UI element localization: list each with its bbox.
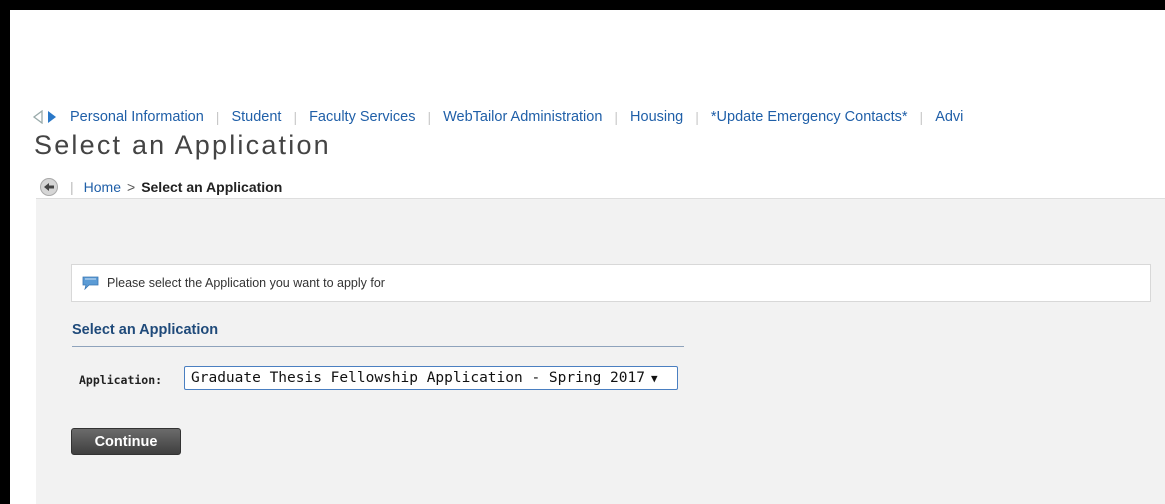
breadcrumb-home-link[interactable]: Home [84,179,121,195]
nav-arrows [32,110,58,124]
browser-viewport: Personal Information | Student | Faculty… [10,10,1165,504]
nav-separator: | [614,109,619,125]
breadcrumb-arrow: > [127,179,136,195]
application-select[interactable]: Graduate Thesis Fellowship Application -… [184,366,678,390]
nav-separator: | [427,109,432,125]
continue-button[interactable]: Continue [71,428,181,455]
nav-separator: | [293,109,298,125]
back-arrow-icon [44,183,54,191]
section-heading: Select an Application [72,322,684,347]
nav-item-advising[interactable]: Advi [935,109,963,125]
nav-separator: | [919,109,924,125]
page-title: Select an Application [34,130,331,160]
info-message-text: Please select the Application you want t… [107,276,385,290]
info-message-box: Please select the Application you want t… [71,264,1151,302]
nav-right-arrow-icon[interactable] [46,110,58,124]
content-panel: Please select the Application you want t… [36,198,1165,504]
nav-separator: | [215,109,220,125]
nav-item-webtailor-administration[interactable]: WebTailor Administration [443,109,602,125]
nav-item-faculty-services[interactable]: Faculty Services [309,109,415,125]
speech-bubble-icon [82,276,99,290]
dropdown-caret-icon: ▼ [650,371,658,385]
nav-item-student[interactable]: Student [231,109,281,125]
nav-item-housing[interactable]: Housing [630,109,683,125]
nav-left-arrow-icon[interactable] [32,110,44,124]
breadcrumb-separator: | [70,179,74,195]
application-label: Application: [79,373,163,387]
nav-item-update-emergency-contacts[interactable]: *Update Emergency Contacts* [711,109,908,125]
nav-item-personal-information[interactable]: Personal Information [70,109,204,125]
breadcrumb-current: Select an Application [141,179,283,195]
application-selected-value: Graduate Thesis Fellowship Application -… [191,370,645,386]
top-navigation: Personal Information | Student | Faculty… [32,108,1165,126]
back-button[interactable] [40,178,58,196]
nav-separator: | [695,109,699,125]
breadcrumb: | Home > Select an Application [40,177,282,197]
